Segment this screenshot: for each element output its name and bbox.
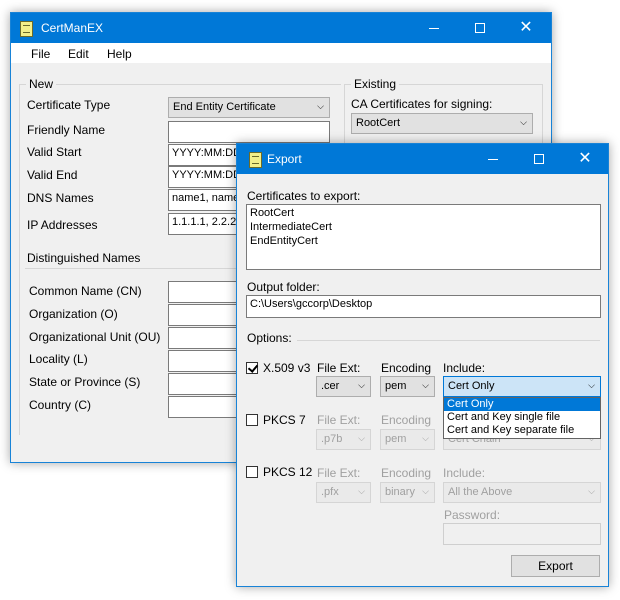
maximize-icon[interactable] xyxy=(457,13,503,43)
chevron-down-icon: ⌵ xyxy=(422,380,429,390)
minimize-icon[interactable] xyxy=(470,144,516,174)
dn-label-ou: Organizational Unit (OU) xyxy=(29,330,161,344)
password-field[interactable] xyxy=(443,523,601,545)
chevron-down-icon: ⌵ xyxy=(358,433,365,443)
menu-file[interactable]: File xyxy=(31,47,50,61)
maximize-icon[interactable] xyxy=(516,144,562,174)
close-icon[interactable]: ✕ xyxy=(562,144,608,174)
dropdown-option-cert-key-separate[interactable]: Cert and Key separate file xyxy=(444,424,600,437)
options-divider xyxy=(297,340,600,341)
ca-certificate-select[interactable]: RootCert ⌵ xyxy=(351,113,533,134)
main-window-title: CertManEX xyxy=(41,21,104,35)
friendly-name-label: Friendly Name xyxy=(27,123,106,137)
export-window: Export ✕ Certificates to export: RootCer… xyxy=(236,143,609,587)
x509-encoding-label: Encoding xyxy=(381,361,432,375)
chevron-down-icon: ⌵ xyxy=(358,486,365,496)
valid-end-label: Valid End xyxy=(27,168,78,182)
new-group-legend: New xyxy=(26,77,57,91)
export-window-title: Export xyxy=(267,152,302,166)
password-label: Password: xyxy=(444,508,501,522)
main-titlebar[interactable]: CertManEX ✕ xyxy=(11,13,551,43)
x509-file-ext-label: File Ext: xyxy=(317,361,361,375)
close-icon[interactable]: ✕ xyxy=(503,13,549,43)
pkcs12-file-ext-label: File Ext: xyxy=(317,466,361,480)
ip-addresses-label: IP Addresses xyxy=(27,218,98,232)
export-button[interactable]: Export xyxy=(511,555,600,577)
existing-group-legend: Existing xyxy=(351,77,400,91)
pkcs12-file-ext-select[interactable]: .pfx ⌵ xyxy=(316,482,371,503)
x509-checkbox[interactable] xyxy=(246,362,258,374)
chevron-down-icon: ⌵ xyxy=(588,380,595,390)
list-item[interactable]: IntermediateCert xyxy=(250,221,597,235)
app-icon xyxy=(20,21,33,37)
dropdown-option-cert-key-single[interactable]: Cert and Key single file xyxy=(444,411,600,424)
ca-certificates-label: CA Certificates for signing: xyxy=(351,97,493,111)
chevron-down-icon: ⌵ xyxy=(422,486,429,496)
certificate-type-select[interactable]: End Entity Certificate ⌵ xyxy=(168,97,330,118)
pkcs7-encoding-select[interactable]: pem ⌵ xyxy=(380,429,435,450)
chevron-down-icon: ⌵ xyxy=(588,486,595,496)
pkcs7-file-ext-label: File Ext: xyxy=(317,413,361,427)
x509-file-ext-value: .cer xyxy=(321,380,340,392)
valid-start-label: Valid Start xyxy=(27,145,82,159)
pkcs7-encoding-value: pem xyxy=(385,433,407,445)
chevron-down-icon: ⌵ xyxy=(358,380,365,390)
dropdown-option-cert-only[interactable]: Cert Only xyxy=(444,398,600,411)
list-item[interactable]: EndEntityCert xyxy=(250,235,597,249)
x509-include-label: Include: xyxy=(443,361,486,375)
dn-label-l: Locality (L) xyxy=(29,352,88,366)
dn-label-cn: Common Name (CN) xyxy=(29,284,142,298)
dn-label-c: Country (C) xyxy=(29,398,92,412)
pkcs7-label: PKCS 7 xyxy=(263,413,306,427)
certs-to-export-label: Certificates to export: xyxy=(247,189,361,203)
list-item[interactable]: RootCert xyxy=(250,207,597,221)
options-label: Options: xyxy=(247,331,292,345)
export-titlebar[interactable]: Export ✕ xyxy=(237,144,608,174)
friendly-name-field[interactable] xyxy=(168,121,330,143)
certs-list[interactable]: RootCert IntermediateCert EndEntityCert xyxy=(246,204,601,270)
ca-certificate-value: RootCert xyxy=(356,117,401,129)
certificate-type-label: Certificate Type xyxy=(27,98,111,112)
pkcs12-include-value: All the Above xyxy=(448,486,513,498)
dn-label-o: Organization (O) xyxy=(29,307,118,321)
pkcs12-file-ext-value: .pfx xyxy=(321,486,339,498)
pkcs7-file-ext-value: .p7b xyxy=(321,433,343,445)
pkcs12-include-select[interactable]: All the Above ⌵ xyxy=(443,482,601,503)
pkcs12-encoding-value: binary xyxy=(385,486,415,498)
pkcs12-encoding-label: Encoding xyxy=(381,466,432,480)
menu-edit[interactable]: Edit xyxy=(68,47,89,61)
chevron-down-icon: ⌵ xyxy=(317,101,324,111)
include-dropdown-list[interactable]: Cert Only Cert and Key single file Cert … xyxy=(443,397,601,439)
pkcs12-include-label: Include: xyxy=(443,466,486,480)
x509-file-ext-select[interactable]: .cer ⌵ xyxy=(316,376,371,397)
chevron-down-icon: ⌵ xyxy=(520,117,527,127)
x509-include-select[interactable]: Cert Only ⌵ xyxy=(443,376,601,397)
dns-names-label: DNS Names xyxy=(27,191,94,205)
x509-encoding-value: pem xyxy=(385,380,407,392)
pkcs7-checkbox[interactable] xyxy=(246,414,258,426)
menu-help[interactable]: Help xyxy=(107,47,132,61)
minimize-icon[interactable] xyxy=(411,13,457,43)
pkcs12-checkbox[interactable] xyxy=(246,466,258,478)
menu-bar: File Edit Help xyxy=(11,43,551,63)
distinguished-names-label: Distinguished Names xyxy=(27,251,141,265)
pkcs7-encoding-label: Encoding xyxy=(381,413,432,427)
x509-label: X.509 v3 xyxy=(263,361,311,375)
chevron-down-icon: ⌵ xyxy=(422,433,429,443)
x509-include-value: Cert Only xyxy=(448,380,495,392)
certificate-type-value: End Entity Certificate xyxy=(173,101,276,113)
x509-encoding-select[interactable]: pem ⌵ xyxy=(380,376,435,397)
pkcs7-file-ext-select[interactable]: .p7b ⌵ xyxy=(316,429,371,450)
output-folder-field[interactable]: C:\Users\gccorp\Desktop xyxy=(246,295,601,318)
pkcs12-label: PKCS 12 xyxy=(263,465,313,479)
app-icon xyxy=(249,152,262,168)
dn-label-s: State or Province (S) xyxy=(29,375,141,389)
pkcs12-encoding-select[interactable]: binary ⌵ xyxy=(380,482,435,503)
output-folder-label: Output folder: xyxy=(247,280,320,294)
